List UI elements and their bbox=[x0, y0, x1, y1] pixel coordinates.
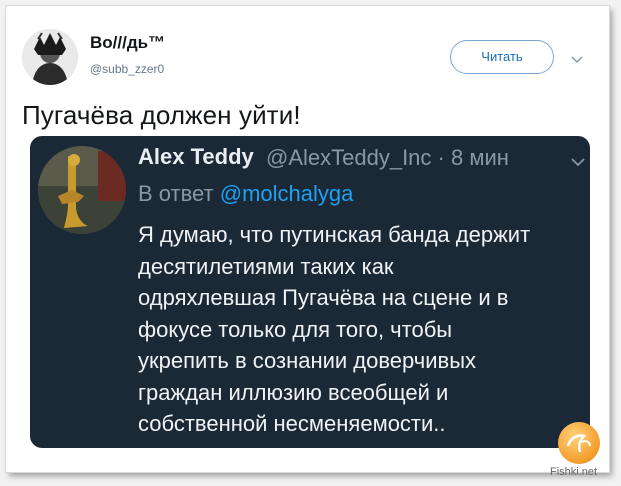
quote-body-line: десятилетиями таких как bbox=[138, 253, 394, 279]
quote-author-name[interactable]: Alex Teddy bbox=[138, 144, 254, 170]
chevron-down-icon[interactable] bbox=[570, 154, 586, 172]
quote-body-line: одряхлевшая Пугачёва на сцене и в bbox=[138, 285, 509, 310]
quote-body-line: фокусе только для того, чтобы bbox=[138, 316, 453, 342]
reply-prefix: В ответ bbox=[138, 181, 214, 206]
reply-context: В ответ @molchalyga bbox=[138, 181, 353, 207]
display-name[interactable]: Во///дь™ bbox=[90, 33, 165, 53]
quote-body-line: укрепить в сознании доверчивых bbox=[138, 348, 477, 373]
chevron-down-icon[interactable] bbox=[570, 52, 584, 70]
avatar[interactable] bbox=[38, 146, 126, 234]
quote-body: Я думаю, что путинская банда держит деся… bbox=[138, 219, 583, 440]
reply-mention-link[interactable]: @molchalyga bbox=[220, 181, 354, 206]
quote-body-line: граждан иллюзию всеобщей и bbox=[138, 379, 449, 405]
watermark-text: Fishki.net bbox=[550, 466, 598, 478]
quote-body-line: собственной несменяемости.. bbox=[138, 411, 446, 436]
watermark-logo-icon bbox=[558, 422, 600, 464]
follow-button[interactable]: Читать bbox=[450, 40, 554, 74]
tweet-text: Пугачёва должен уйти! bbox=[22, 100, 301, 130]
quoted-tweet[interactable]: Alex Teddy @AlexTeddy_Inc · 8 мин В отве… bbox=[30, 136, 590, 448]
quote-body-line: Я думаю, что путинская банда держит bbox=[138, 222, 531, 247]
quote-meta: @AlexTeddy_Inc · 8 мин bbox=[266, 145, 509, 170]
avatar[interactable] bbox=[22, 29, 78, 85]
user-handle[interactable]: @subb_zzer0 bbox=[90, 62, 164, 76]
